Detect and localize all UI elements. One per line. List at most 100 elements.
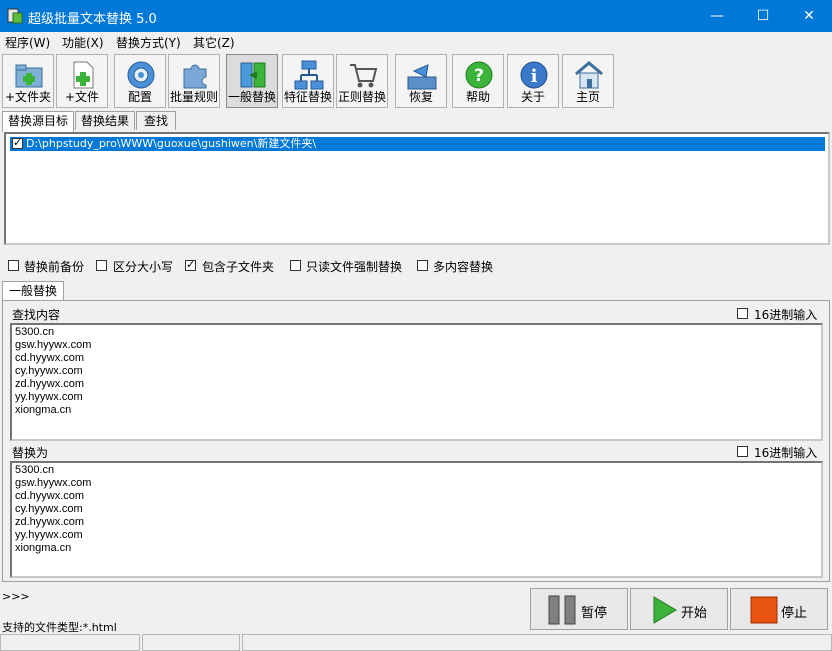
- target-path: D:\phpstudy_pro\WWW\guoxue\gushiwen\新建文件…: [26, 137, 317, 150]
- pause-icon: [548, 595, 576, 625]
- readonly-force-checkbox[interactable]: [290, 260, 301, 271]
- window-title: 超级批量文本替换 5.0: [28, 12, 157, 27]
- list-item[interactable]: D:\phpstudy_pro\WWW\guoxue\gushiwen\新建文件…: [10, 136, 825, 151]
- app-icon: [7, 8, 23, 24]
- config-button[interactable]: 配置: [114, 54, 166, 108]
- replace-line: 5300.cn: [15, 464, 55, 476]
- replace-line: cy.hyywx.com: [15, 503, 83, 515]
- tab-find[interactable]: 查找: [136, 111, 176, 130]
- stop-icon: [750, 596, 778, 624]
- file-types-text: 支持的文件类型:*.html: [2, 621, 117, 634]
- find-line: gsw.hyywx.com: [15, 339, 92, 351]
- tab-general-replace[interactable]: 一般替换: [2, 281, 64, 302]
- replace-line: cd.hyywx.com: [15, 490, 85, 502]
- toolbar: +文件夹 +文件 配置 批量规则 一般替换 特征替换 正则替换 恢复 ? 帮助 …: [0, 52, 832, 110]
- restore-label: 恢复: [408, 90, 433, 104]
- case-sensitive-label: 区分大小写: [113, 260, 174, 274]
- find-textarea[interactable]: 5300.cn gsw.hyywx.com cd.hyywx.com cy.hy…: [10, 323, 823, 441]
- help-label: 帮助: [465, 90, 490, 104]
- replace-line: xiongma.cn: [15, 542, 72, 554]
- stop-button[interactable]: 停止: [730, 588, 828, 630]
- about-button[interactable]: i 关于: [507, 54, 559, 108]
- feature-replace-button[interactable]: 特征替换: [282, 54, 334, 108]
- mode-tabs: 一般替换: [0, 281, 832, 302]
- replace-hex-checkbox[interactable]: [737, 446, 748, 457]
- find-line: 5300.cn: [15, 326, 55, 338]
- target-list[interactable]: D:\phpstudy_pro\WWW\guoxue\gushiwen\新建文件…: [4, 132, 830, 245]
- find-line: cd.hyywx.com: [15, 352, 85, 364]
- find-line: zd.hyywx.com: [15, 378, 85, 390]
- settings-gear-icon: [127, 61, 155, 89]
- feature-replace-label: 特征替换: [283, 90, 332, 104]
- target-checkbox[interactable]: [12, 136, 23, 150]
- puzzle-icon: [183, 64, 207, 89]
- menu-replace-mode[interactable]: 替换方式(Y): [116, 34, 181, 51]
- batch-rules-button[interactable]: 批量规则: [168, 54, 220, 108]
- undo-arrow-icon: [407, 64, 437, 90]
- maximize-button[interactable]: ☐: [740, 0, 786, 32]
- replace-label: 替换为: [12, 446, 49, 460]
- add-folder-button[interactable]: +文件夹: [2, 54, 54, 108]
- source-tabs: 替换源目标 替换结果 查找: [0, 111, 832, 132]
- batch-rules-label: 批量规则: [169, 90, 218, 104]
- cart-icon: [350, 64, 378, 88]
- replace-line: yy.hyywx.com: [15, 529, 83, 541]
- readonly-force-label: 只读文件强制替换: [306, 260, 403, 274]
- file-add-icon: [73, 61, 94, 89]
- find-line: cy.hyywx.com: [15, 365, 83, 377]
- replace-textarea[interactable]: 5300.cn gsw.hyywx.com cd.hyywx.com cy.hy…: [10, 461, 823, 578]
- general-replace-label: 一般替换: [227, 90, 276, 104]
- about-label: 关于: [520, 90, 545, 104]
- regex-replace-label: 正则替换: [337, 90, 386, 104]
- home-icon: [575, 61, 603, 89]
- regex-replace-button[interactable]: 正则替换: [336, 54, 388, 108]
- find-line: xiongma.cn: [15, 404, 72, 416]
- home-button[interactable]: 主页: [562, 54, 614, 108]
- restore-button[interactable]: 恢复: [395, 54, 447, 108]
- minimize-button[interactable]: —: [694, 0, 740, 32]
- multi-content-checkbox[interactable]: [417, 260, 428, 271]
- backup-label: 替换前备份: [24, 260, 85, 274]
- help-icon: ?: [465, 61, 493, 89]
- pause-label: 暂停: [581, 606, 608, 621]
- add-file-label: +文件: [64, 90, 100, 104]
- config-label: 配置: [127, 90, 152, 104]
- svg-text:?: ?: [474, 66, 484, 86]
- menu-other[interactable]: 其它(Z): [193, 34, 235, 51]
- include-subfolders-checkbox[interactable]: [185, 258, 196, 271]
- replace-line: zd.hyywx.com: [15, 516, 85, 528]
- help-button[interactable]: ? 帮助: [452, 54, 504, 108]
- find-label: 查找内容: [12, 308, 61, 322]
- play-icon: [653, 596, 677, 624]
- log-prompt: >>>: [2, 590, 30, 603]
- multi-content-label: 多内容替换: [433, 260, 494, 274]
- stop-label: 停止: [781, 606, 808, 621]
- case-sensitive-checkbox[interactable]: [96, 260, 107, 271]
- menu-program[interactable]: 程序(W): [5, 34, 50, 51]
- start-label: 开始: [681, 606, 708, 621]
- backup-checkbox[interactable]: [8, 260, 19, 271]
- title-bar: 超级批量文本替换 5.0 — ☐ ✕: [0, 0, 832, 32]
- start-button[interactable]: 开始: [630, 588, 728, 630]
- info-icon: i: [520, 61, 548, 89]
- status-segment: [0, 634, 140, 651]
- find-hex-checkbox[interactable]: [737, 308, 748, 319]
- add-folder-label: +文件夹: [4, 90, 52, 104]
- menu-function[interactable]: 功能(X): [62, 34, 104, 51]
- replace-hex-label: 16进制输入: [754, 446, 818, 460]
- svg-text:i: i: [531, 66, 538, 87]
- general-replace-button[interactable]: 一般替换: [226, 54, 278, 108]
- replace-line: gsw.hyywx.com: [15, 477, 92, 489]
- folder-add-icon: [15, 64, 43, 88]
- pause-button[interactable]: 暂停: [530, 588, 628, 630]
- include-subfolders-label: 包含子文件夹: [202, 260, 275, 274]
- tab-replace-result[interactable]: 替换结果: [75, 111, 135, 130]
- document-replace-icon: [240, 62, 266, 88]
- status-segment: [242, 634, 832, 651]
- add-file-button[interactable]: +文件: [56, 54, 108, 108]
- home-label: 主页: [575, 90, 600, 104]
- find-hex-label: 16进制输入: [754, 308, 818, 322]
- tab-replace-source[interactable]: 替换源目标: [2, 111, 74, 132]
- close-button[interactable]: ✕: [786, 0, 832, 32]
- menu-bar: 程序(W) 功能(X) 替换方式(Y) 其它(Z): [0, 32, 832, 52]
